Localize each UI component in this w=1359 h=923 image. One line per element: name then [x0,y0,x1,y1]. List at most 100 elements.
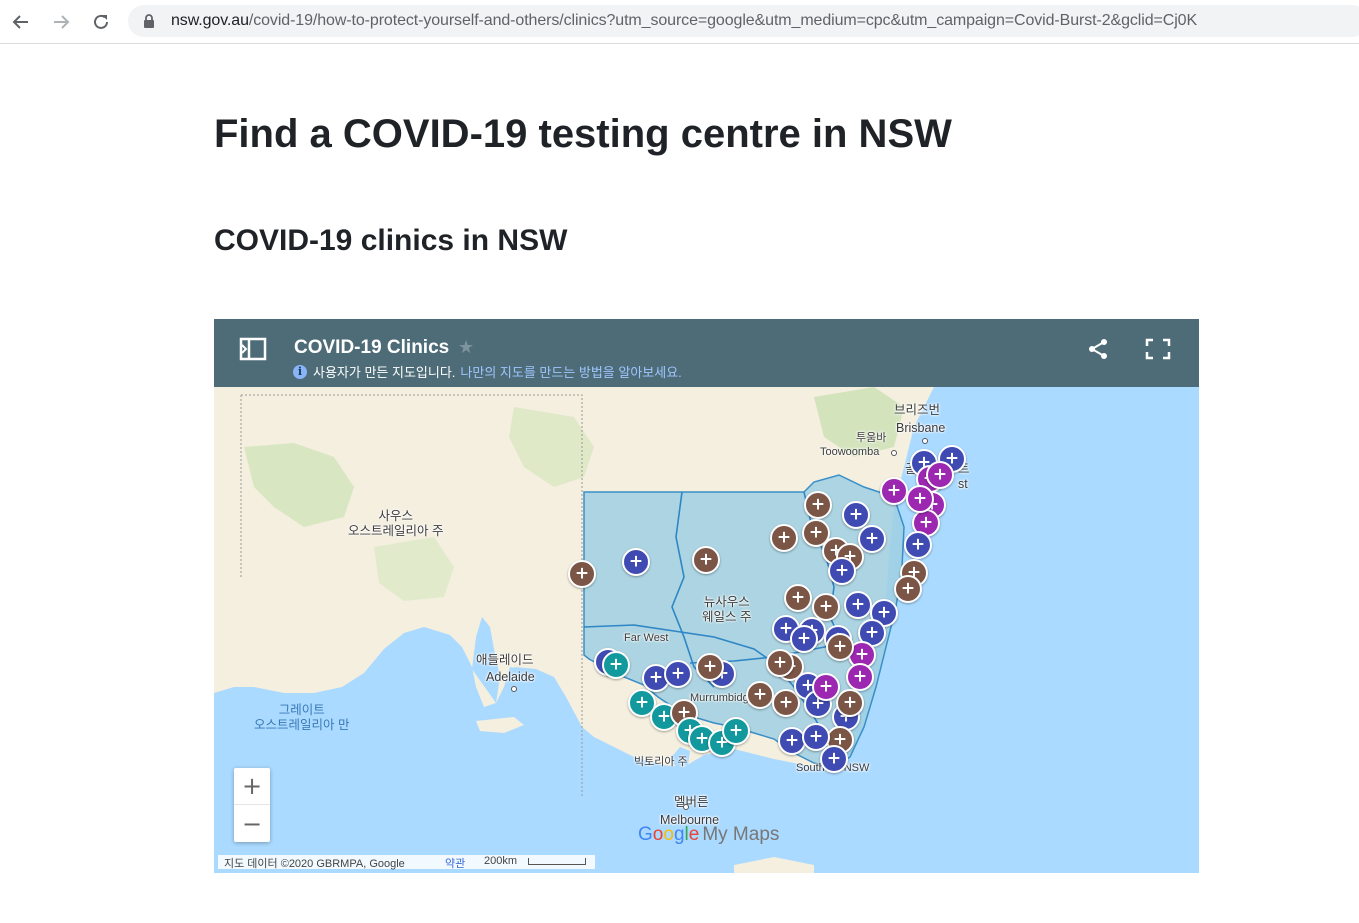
sidebar-toggle-button[interactable] [238,335,268,363]
url-domain: nsw.gov.au [171,12,249,29]
my-maps-text: My Maps [702,824,780,845]
fullscreen-button[interactable] [1144,337,1172,361]
clinic-marker[interactable]: + [904,531,932,559]
address-bar[interactable]: nsw.gov.au/covid-19/how-to-protect-yours… [128,5,1359,37]
fullscreen-icon [1145,338,1171,360]
plus-icon: + [776,527,792,548]
clinic-marker[interactable]: + [692,546,720,574]
clinic-marker[interactable]: + [828,557,856,585]
clinic-marker[interactable]: + [906,485,934,513]
url-text: nsw.gov.au/covid-19/how-to-protect-yours… [171,12,1197,30]
plus-icon: + [932,464,948,485]
plus-icon: + [912,488,928,509]
clinic-marker[interactable]: + [844,591,872,619]
plus-icon: + [910,534,926,555]
lock-icon [144,14,154,28]
clinic-marker[interactable]: + [696,653,724,681]
sidebar-toggle-icon [239,337,267,361]
user-map-note: 사용자가 만든 지도입니다. [313,365,456,380]
clinic-marker[interactable]: + [842,501,870,529]
tasmania-hint [734,857,814,873]
map-header: COVID-19 Clinics ★ i 사용자가 만든 지도입니다. 나만의 … [214,319,1199,387]
forward-button[interactable] [47,8,75,36]
plus-icon: + [670,663,686,684]
learn-more-link[interactable]: 나만의 지도를 만드는 방법을 알아보세요. [460,362,681,381]
zoom-in-button[interactable]: + [234,768,270,805]
url-path: /covid-19/how-to-protect-yourself-and-ot… [248,12,1198,29]
plus-icon: + [876,602,892,623]
clinic-marker[interactable]: + [846,663,874,691]
map-note: i 사용자가 만든 지도입니다. 나만의 지도를 만드는 방법을 알아보세요. [293,362,682,381]
label-great-australian-bight: 그레이트 오스트레일리아 만 [254,703,350,732]
scale-bar [528,858,586,865]
page-title: Find a COVID-19 testing centre in NSW [214,112,952,156]
info-icon: i [293,364,307,379]
plus-icon: + [810,494,826,515]
reload-icon [94,14,108,29]
star-icon[interactable]: ★ [458,337,474,358]
plus-icon: + [832,636,848,657]
google-my-maps-logo: Google My Maps [638,824,780,845]
zoom-out-button[interactable]: − [234,805,270,842]
clinic-marker[interactable]: + [858,525,886,553]
car-icon: + [848,504,864,525]
arrow-left-icon [12,15,28,29]
plus-icon: + [628,551,644,572]
embedded-map[interactable]: COVID-19 Clinics ★ i 사용자가 만든 지도입니다. 나만의 … [214,319,1199,873]
plus-icon: + [796,628,812,649]
kangaroo-island [476,717,524,733]
clinic-marker[interactable]: + [804,491,832,519]
map-canvas[interactable]: 브리즈번 Brisbane 투움바 Toowoomba 골 트 st 사우스 오… [214,387,1199,873]
clinic-marker[interactable]: + [880,477,908,505]
clinic-marker[interactable]: + [622,548,650,576]
back-button[interactable] [7,8,35,36]
clinic-marker[interactable]: + [602,651,630,679]
terms-link[interactable]: 약관 [445,855,465,871]
clinic-marker[interactable]: + [766,649,794,677]
clinic-marker[interactable]: + [812,673,840,701]
reload-button[interactable] [87,8,115,36]
arrow-right-icon [54,15,70,29]
clinic-marker[interactable]: + [790,625,818,653]
clinic-marker[interactable]: + [770,524,798,552]
clinic-marker[interactable]: + [820,745,848,773]
clinic-marker[interactable]: + [784,584,812,612]
share-button[interactable] [1086,337,1110,361]
label-south-australia: 사우스 오스트레일리아 주 [348,509,444,538]
clinic-marker[interactable]: + [722,717,750,745]
plus-icon: + [790,587,806,608]
clinic-marker[interactable]: + [894,575,922,603]
label-far-west: Far West [624,632,669,644]
clinic-marker[interactable]: + [926,461,954,489]
plus-icon: + [864,622,880,643]
label-adelaide-ko: 애들레이드 [476,653,534,667]
plus-icon: + [608,654,624,675]
label-victoria: 빅토리아 주 [634,756,688,768]
plus-icon: + [808,522,824,543]
clinic-marker[interactable]: + [836,689,864,717]
clinic-marker[interactable]: + [664,660,692,688]
plus-icon: + [818,596,834,617]
plus-icon: + [818,676,834,697]
plus-icon: + [656,706,672,727]
label-toowoomba-ko: 투움바 [856,432,887,444]
clinic-marker[interactable]: + [826,633,854,661]
map-title: COVID-19 Clinics [294,337,450,358]
plus-icon: + [752,684,768,705]
label-melbourne-ko: 멜버른 [674,795,709,809]
section-title: COVID-19 clinics in NSW [214,224,568,257]
plus-icon: + [900,578,916,599]
plus-icon: + [574,563,590,584]
label-gold-coast-3: st [958,477,968,491]
plus-icon: + [850,594,866,615]
share-icon [1089,339,1107,359]
clinic-marker[interactable]: + [568,560,596,588]
attribution-text: 지도 데이터 ©2020 GBRMPA, Google [224,858,405,870]
browser-toolbar: nsw.gov.au/covid-19/how-to-protect-yours… [0,0,1359,44]
label-adelaide-en: Adelaide [486,670,535,684]
label-brisbane-ko: 브리즈번 [894,403,941,417]
clinic-marker[interactable]: + [746,681,774,709]
map-attribution: 지도 데이터 ©2020 GBRMPA, Google 약관 200km [218,855,595,871]
plus-icon: + [864,528,880,549]
plus-icon: + [778,692,794,713]
